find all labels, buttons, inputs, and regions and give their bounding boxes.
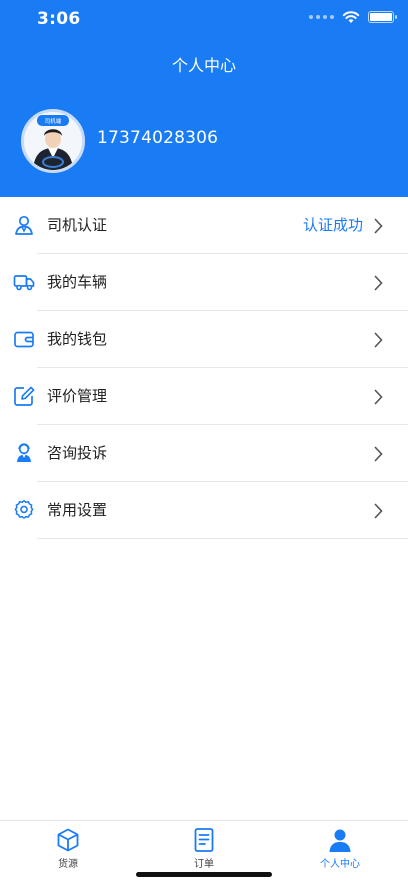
menu-item-consult-complaint[interactable]: 咨询投诉: [0, 425, 408, 482]
menu-label: 咨询投诉: [47, 444, 108, 462]
menu-label: 司机认证: [47, 216, 108, 234]
status-bar: 3:06: [0, 0, 408, 38]
menu-label: 我的钱包: [47, 330, 108, 348]
menu-item-common-settings[interactable]: 常用设置: [0, 482, 408, 539]
chevron-right-icon: [374, 446, 383, 462]
chevron-right-icon: [374, 275, 383, 291]
menu-label: 常用设置: [47, 501, 108, 519]
chevron-right-icon: [374, 503, 383, 519]
edit-icon: [14, 386, 35, 406]
menu-item-driver-certification[interactable]: 司机认证 认证成功: [0, 197, 408, 254]
tab-cargo-source[interactable]: 货源: [0, 821, 136, 886]
menu-item-review-management[interactable]: 评价管理: [0, 368, 408, 425]
home-indicator: [136, 872, 272, 877]
battery-icon: [368, 11, 397, 23]
document-icon: [194, 828, 214, 852]
menu-label: 评价管理: [47, 387, 108, 405]
status-icons: [309, 10, 397, 24]
avatar-badge-text: 司机端: [45, 117, 62, 125]
person-icon: [329, 829, 351, 852]
driver-cert-icon: [15, 215, 33, 235]
chevron-right-icon: [374, 332, 383, 348]
cube-icon: [57, 828, 79, 852]
page-title: 个人中心: [171, 56, 236, 75]
tab-profile[interactable]: 个人中心: [272, 821, 408, 886]
chevron-right-icon: [374, 218, 383, 234]
driver-avatar-image: 司机端: [33, 115, 73, 170]
status-time: 3:06: [37, 9, 81, 29]
chevron-right-icon: [374, 389, 383, 405]
service-agent-icon: [17, 443, 31, 462]
divider: [37, 538, 408, 539]
phone-number: 17374028306: [97, 128, 219, 148]
wifi-icon: [342, 11, 360, 23]
avatar[interactable]: 司机端: [21, 109, 85, 173]
signal-icon: [309, 15, 334, 19]
tab-label: 货源: [58, 859, 78, 870]
menu-item-my-wallet[interactable]: 我的钱包: [0, 311, 408, 368]
gear-icon: [14, 500, 34, 519]
tab-label: 个人中心: [320, 859, 360, 870]
profile-menu: 司机认证 认证成功 我的车辆 我的钱包 评价管理 咨询投诉 常用设置: [0, 197, 408, 539]
tab-label: 订单: [194, 859, 214, 870]
menu-item-my-vehicles[interactable]: 我的车辆: [0, 254, 408, 311]
truck-icon: [13, 275, 35, 291]
menu-label: 我的车辆: [47, 273, 108, 291]
profile-header: 3:06 个人中心 司机端 17374028306: [0, 0, 408, 197]
wallet-icon: [14, 331, 34, 348]
certification-status: 认证成功: [302, 216, 363, 234]
